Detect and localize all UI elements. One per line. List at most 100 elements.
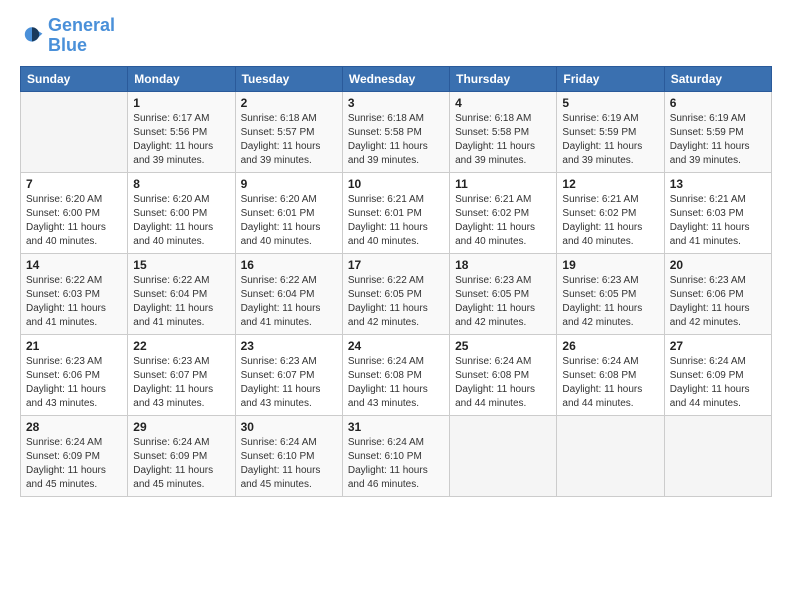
day-number: 23	[241, 339, 337, 353]
day-cell: 11 Sunrise: 6:21 AM Sunset: 6:02 PM Dayli…	[450, 172, 557, 253]
day-info: Sunrise: 6:21 AM Sunset: 6:02 PM Dayligh…	[455, 193, 551, 249]
logo: General Blue	[20, 16, 115, 56]
day-info: Sunrise: 6:19 AM Sunset: 5:59 PM Dayligh…	[562, 112, 658, 168]
day-number: 21	[26, 339, 122, 353]
day-cell: 4 Sunrise: 6:18 AM Sunset: 5:58 PM Daylig…	[450, 91, 557, 172]
day-number: 17	[348, 258, 444, 272]
day-number: 11	[455, 177, 551, 191]
day-info: Sunrise: 6:20 AM Sunset: 6:00 PM Dayligh…	[26, 193, 122, 249]
day-number: 20	[670, 258, 766, 272]
day-cell: 22 Sunrise: 6:23 AM Sunset: 6:07 PM Dayli…	[128, 334, 235, 415]
day-info: Sunrise: 6:18 AM Sunset: 5:58 PM Dayligh…	[455, 112, 551, 168]
day-info: Sunrise: 6:24 AM Sunset: 6:10 PM Dayligh…	[241, 436, 337, 492]
day-info: Sunrise: 6:23 AM Sunset: 6:06 PM Dayligh…	[670, 274, 766, 330]
day-number: 7	[26, 177, 122, 191]
day-cell: 20 Sunrise: 6:23 AM Sunset: 6:06 PM Dayli…	[664, 253, 771, 334]
day-cell	[21, 91, 128, 172]
day-info: Sunrise: 6:23 AM Sunset: 6:05 PM Dayligh…	[455, 274, 551, 330]
weekday-header-friday: Friday	[557, 66, 664, 91]
day-cell: 28Sunrise: 6:24 AM Sunset: 6:09 PM Dayli…	[21, 415, 128, 496]
day-number: 15	[133, 258, 229, 272]
day-number: 19	[562, 258, 658, 272]
day-number: 18	[455, 258, 551, 272]
day-cell: 26Sunrise: 6:24 AM Sunset: 6:08 PM Dayli…	[557, 334, 664, 415]
day-cell: 31 Sunrise: 6:24 AM Sunset: 6:10 PM Dayli…	[342, 415, 449, 496]
day-number: 4	[455, 96, 551, 110]
weekday-header-tuesday: Tuesday	[235, 66, 342, 91]
day-number: 22	[133, 339, 229, 353]
day-info: Sunrise: 6:23 AM Sunset: 6:07 PM Dayligh…	[241, 355, 337, 411]
day-info: Sunrise: 6:23 AM Sunset: 6:07 PM Dayligh…	[133, 355, 229, 411]
day-number: 29	[133, 420, 229, 434]
day-cell	[664, 415, 771, 496]
day-number: 13	[670, 177, 766, 191]
day-info: Sunrise: 6:18 AM Sunset: 5:57 PM Dayligh…	[241, 112, 337, 168]
day-info: Sunrise: 6:23 AM Sunset: 6:05 PM Dayligh…	[562, 274, 658, 330]
day-cell: 14 Sunrise: 6:22 AM Sunset: 6:03 PM Dayli…	[21, 253, 128, 334]
day-cell: 29 Sunrise: 6:24 AM Sunset: 6:09 PM Dayli…	[128, 415, 235, 496]
day-info: Sunrise: 6:22 AM Sunset: 6:04 PM Dayligh…	[133, 274, 229, 330]
day-number: 14	[26, 258, 122, 272]
day-cell: 12 Sunrise: 6:21 AM Sunset: 6:02 PM Dayli…	[557, 172, 664, 253]
day-cell	[450, 415, 557, 496]
day-cell: 24Sunrise: 6:24 AM Sunset: 6:08 PM Dayli…	[342, 334, 449, 415]
day-info: Sunrise: 6:17 AM Sunset: 5:56 PM Dayligh…	[133, 112, 229, 168]
weekday-header-sunday: Sunday	[21, 66, 128, 91]
day-info: Sunrise: 6:21 AM Sunset: 6:02 PM Dayligh…	[562, 193, 658, 249]
day-cell: 30Sunrise: 6:24 AM Sunset: 6:10 PM Dayli…	[235, 415, 342, 496]
weekday-header-wednesday: Wednesday	[342, 66, 449, 91]
day-cell: 10Sunrise: 6:21 AM Sunset: 6:01 PM Dayli…	[342, 172, 449, 253]
day-number: 28	[26, 420, 122, 434]
logo-text: General Blue	[48, 16, 115, 56]
day-info: Sunrise: 6:24 AM Sunset: 6:09 PM Dayligh…	[670, 355, 766, 411]
day-info: Sunrise: 6:21 AM Sunset: 6:03 PM Dayligh…	[670, 193, 766, 249]
day-info: Sunrise: 6:24 AM Sunset: 6:09 PM Dayligh…	[133, 436, 229, 492]
day-cell: 8Sunrise: 6:20 AM Sunset: 6:00 PM Daylig…	[128, 172, 235, 253]
weekday-header-row: SundayMondayTuesdayWednesdayThursdayFrid…	[21, 66, 772, 91]
day-number: 26	[562, 339, 658, 353]
day-cell: 18 Sunrise: 6:23 AM Sunset: 6:05 PM Dayli…	[450, 253, 557, 334]
logo-icon	[20, 24, 44, 48]
day-info: Sunrise: 6:20 AM Sunset: 6:01 PM Dayligh…	[241, 193, 337, 249]
weekday-header-saturday: Saturday	[664, 66, 771, 91]
day-cell: 16 Sunrise: 6:22 AM Sunset: 6:04 PM Dayli…	[235, 253, 342, 334]
day-info: Sunrise: 6:22 AM Sunset: 6:03 PM Dayligh…	[26, 274, 122, 330]
day-number: 6	[670, 96, 766, 110]
day-number: 31	[348, 420, 444, 434]
weekday-header-monday: Monday	[128, 66, 235, 91]
day-info: Sunrise: 6:21 AM Sunset: 6:01 PM Dayligh…	[348, 193, 444, 249]
day-number: 2	[241, 96, 337, 110]
day-cell: 3Sunrise: 6:18 AM Sunset: 5:58 PM Daylig…	[342, 91, 449, 172]
day-cell: 7 Sunrise: 6:20 AM Sunset: 6:00 PM Daylig…	[21, 172, 128, 253]
day-number: 1	[133, 96, 229, 110]
day-number: 12	[562, 177, 658, 191]
day-info: Sunrise: 6:22 AM Sunset: 6:04 PM Dayligh…	[241, 274, 337, 330]
week-row-3: 14 Sunrise: 6:22 AM Sunset: 6:03 PM Dayli…	[21, 253, 772, 334]
week-row-2: 7 Sunrise: 6:20 AM Sunset: 6:00 PM Daylig…	[21, 172, 772, 253]
week-row-5: 28 Sunrise: 6:24 AM Sunset: 6:09 PM Dayli…	[21, 415, 772, 496]
day-cell: 13 Sunrise: 6:21 AM Sunset: 6:03 PM Dayli…	[664, 172, 771, 253]
page: General Blue SundayMondayTuesdayWednesda…	[0, 0, 792, 513]
day-cell	[557, 415, 664, 496]
day-number: 9	[241, 177, 337, 191]
day-number: 16	[241, 258, 337, 272]
day-cell: 23 Sunrise: 6:23 AM Sunset: 6:07 PM Dayli…	[235, 334, 342, 415]
day-info: Sunrise: 6:24 AM Sunset: 6:08 PM Dayligh…	[455, 355, 551, 411]
day-cell: 15 Sunrise: 6:22 AM Sunset: 6:04 PM Dayli…	[128, 253, 235, 334]
day-cell: 2 Sunrise: 6:18 AM Sunset: 5:57 PM Daylig…	[235, 91, 342, 172]
day-cell: 21Sunrise: 6:23 AM Sunset: 6:06 PM Dayli…	[21, 334, 128, 415]
day-number: 27	[670, 339, 766, 353]
day-number: 24	[348, 339, 444, 353]
day-number: 5	[562, 96, 658, 110]
day-number: 8	[133, 177, 229, 191]
week-row-1: 1 Sunrise: 6:17 AM Sunset: 5:56 PM Daylig…	[21, 91, 772, 172]
day-info: Sunrise: 6:18 AM Sunset: 5:58 PM Dayligh…	[348, 112, 444, 168]
day-info: Sunrise: 6:19 AM Sunset: 5:59 PM Dayligh…	[670, 112, 766, 168]
calendar-table: SundayMondayTuesdayWednesdayThursdayFrid…	[20, 66, 772, 497]
weekday-header-thursday: Thursday	[450, 66, 557, 91]
day-cell: 19 Sunrise: 6:23 AM Sunset: 6:05 PM Dayli…	[557, 253, 664, 334]
day-info: Sunrise: 6:24 AM Sunset: 6:10 PM Dayligh…	[348, 436, 444, 492]
day-cell: 17Sunrise: 6:22 AM Sunset: 6:05 PM Dayli…	[342, 253, 449, 334]
day-cell: 9 Sunrise: 6:20 AM Sunset: 6:01 PM Daylig…	[235, 172, 342, 253]
day-cell: 25Sunrise: 6:24 AM Sunset: 6:08 PM Dayli…	[450, 334, 557, 415]
